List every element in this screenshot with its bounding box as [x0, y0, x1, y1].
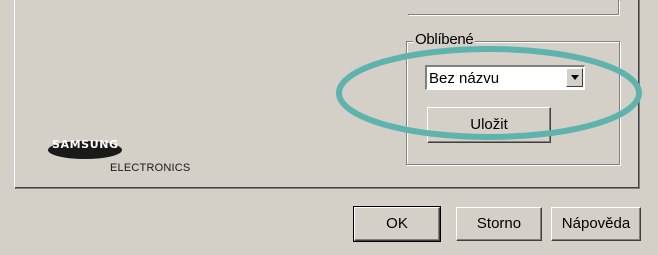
- dropdown-button[interactable]: [566, 68, 583, 87]
- ok-button[interactable]: OK: [353, 206, 441, 242]
- favorites-group-label: Oblíbené: [413, 31, 476, 48]
- save-favorite-button[interactable]: Uložit: [427, 107, 551, 143]
- cancel-button[interactable]: Storno: [456, 207, 542, 241]
- logo-subtitle: ELECTRONICS: [110, 162, 191, 174]
- top-divider: [408, 0, 619, 15]
- help-button[interactable]: Nápověda: [551, 207, 641, 241]
- chevron-down-icon: [571, 75, 579, 80]
- samsung-logo: SAMSUNG ELECTRONICS: [48, 138, 190, 178]
- favorites-select[interactable]: Bez názvu: [425, 65, 585, 90]
- logo-brand: SAMSUNG: [52, 138, 119, 151]
- favorites-select-value: Bez názvu: [429, 70, 500, 87]
- favorites-groupbox: [406, 41, 620, 165]
